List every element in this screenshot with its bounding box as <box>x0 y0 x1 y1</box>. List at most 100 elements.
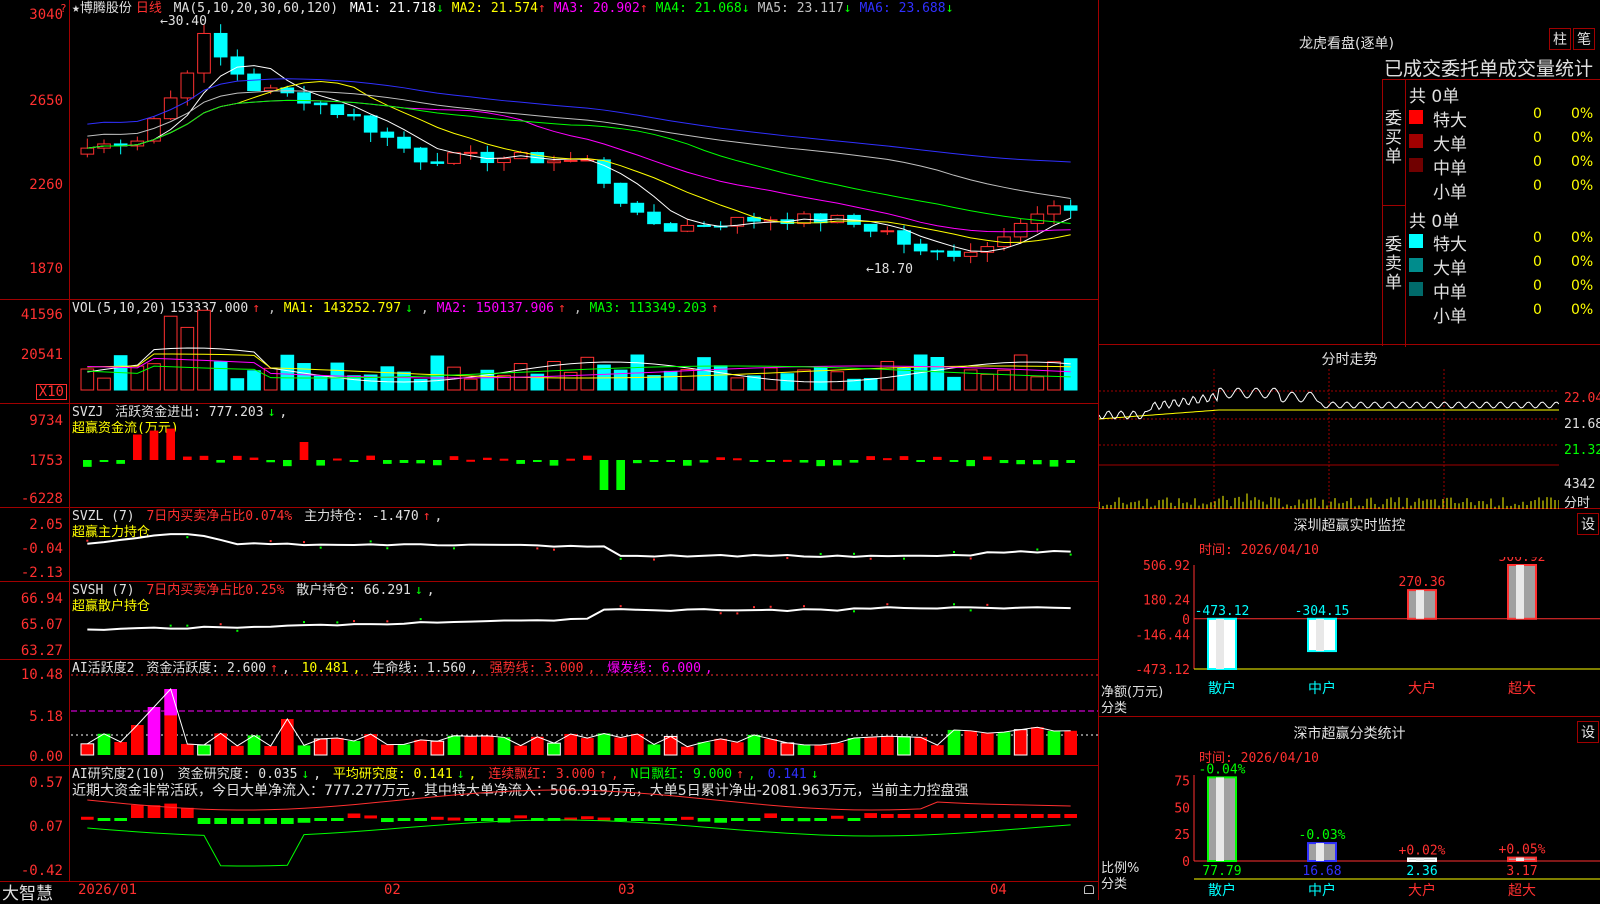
intraday-vol: 4342 <box>1564 477 1596 492</box>
candle-body <box>463 151 478 154</box>
flow-bar <box>599 460 609 490</box>
lock-icon[interactable] <box>1084 885 1094 894</box>
activity-bar <box>914 737 927 755</box>
axis-tick: 506.92 <box>1143 559 1190 574</box>
activity-bar <box>114 742 127 755</box>
ai-activity-axis: 10.48 5.18 0.00 <box>0 660 70 765</box>
svzl-dot <box>953 551 955 554</box>
svzj-chart[interactable] <box>71 404 1098 508</box>
volume-bar <box>947 376 961 391</box>
svzl-dot <box>386 547 389 550</box>
candle-body <box>313 102 328 106</box>
candle-body <box>1030 213 1045 224</box>
svsh-chart[interactable] <box>71 582 1098 660</box>
sell-total: 共 0单 <box>1409 212 1460 232</box>
ai-activity-panel[interactable]: 10.48 5.18 0.00 AI活跃度2 资金活跃度: 2.600 ↑, 10… <box>0 660 1098 766</box>
activity-bar <box>331 738 344 755</box>
ai-research-chart[interactable] <box>71 766 1098 882</box>
row-pct: 0% <box>1571 130 1594 146</box>
candle-body <box>1063 205 1078 211</box>
stats-category: 散户 <box>1208 882 1236 899</box>
svzl-chart[interactable] <box>71 508 1098 582</box>
axis-tick: 0 <box>1182 613 1190 628</box>
tick-mode-button[interactable]: 笔 <box>1573 28 1595 50</box>
research-bar <box>464 818 477 821</box>
research-bar <box>781 818 794 821</box>
activity-bar <box>264 746 277 755</box>
volume-bar <box>197 309 211 391</box>
kline-chart[interactable] <box>71 0 1098 300</box>
svzj-panel[interactable]: 9734 1753 -6228 SVZJ 活跃资金进出: 777.203 ↓, 超… <box>0 404 1098 508</box>
stats-value: 3.17 <box>1506 864 1537 879</box>
intraday-panel[interactable]: 分时走势 22.04 21.68 21.32 4342 分时 <box>1099 345 1600 511</box>
volume-panel[interactable]: 41596 20541 X10 VOL(5,10,20) 153337.000 ↑,… <box>0 300 1098 404</box>
research-bar <box>981 814 994 818</box>
kline-panel[interactable]: 3040 2650 2260 1870 ? ★博腾股份 日线 MA(5,10,20… <box>0 0 1098 300</box>
row-label: 大单 <box>1433 135 1467 155</box>
research-bar <box>131 805 144 818</box>
volume-chart[interactable] <box>71 300 1098 404</box>
price-tick: 3040 <box>29 7 63 23</box>
research-bar <box>147 805 161 818</box>
sz-stats-chart[interactable]: 75 50 25 0 -0.04% 77.79 散户 -0.03% 16.68 中户 +0.02% 2… <box>1099 761 1600 900</box>
flow-bar <box>316 460 325 466</box>
svzl-panel[interactable]: 2.05 -0.04 -2.13 SVZL (7) 7日内买卖净占比0.074%… <box>0 508 1098 582</box>
activity-bar <box>231 745 244 755</box>
monitor-bar-value: -473.12 <box>1195 604 1250 619</box>
research-bar <box>381 818 394 823</box>
svzl-dot <box>269 540 272 543</box>
price-tick: 1870 <box>29 261 63 277</box>
flow-bar <box>233 455 242 460</box>
bar-mode-button[interactable]: 柱 <box>1549 28 1571 50</box>
ai-activity-chart[interactable] <box>71 660 1098 766</box>
volume-bar <box>297 363 311 391</box>
activity-bar <box>731 742 744 755</box>
row-count: 0 <box>1533 130 1542 146</box>
candle-body <box>680 224 695 232</box>
svzl-dot <box>303 541 305 544</box>
row-label: 特大 <box>1433 235 1467 255</box>
activity-bar <box>381 744 394 755</box>
svsh-panel[interactable]: 66.94 65.07 63.27 SVSH (7) 7日内买卖净占比0.25%… <box>0 582 1098 660</box>
stats-category: 中户 <box>1308 882 1336 899</box>
activity-bar <box>931 745 944 755</box>
flow-bar <box>783 459 792 462</box>
price-tick: 2260 <box>29 177 63 193</box>
row-pct: 0% <box>1571 154 1594 170</box>
row-pct: 0% <box>1571 178 1594 194</box>
volume-bar <box>863 377 878 391</box>
research-bar <box>1047 814 1061 818</box>
lhb-tabs[interactable]: 已成交委托单成交量统计 <box>1384 54 1593 81</box>
candle-body <box>697 224 711 227</box>
svzl-dot <box>553 548 555 551</box>
candle-body <box>663 223 678 232</box>
research-bar <box>931 814 944 818</box>
settings-button[interactable]: 设 <box>1577 721 1599 743</box>
activity-bar <box>430 740 445 756</box>
color-swatch <box>1409 110 1423 124</box>
axis-tick: 75 <box>1174 774 1190 789</box>
svsh-dot <box>169 624 172 627</box>
row-pct: 0% <box>1571 106 1594 122</box>
candle-body <box>1013 222 1028 238</box>
candle-body <box>547 160 561 164</box>
flow-bar <box>216 460 225 463</box>
flow-bar <box>983 456 992 460</box>
flow-bar <box>633 460 642 464</box>
settings-icon[interactable]: ? <box>60 2 67 15</box>
research-bar <box>831 815 844 819</box>
sz-monitor-chart[interactable]: 506.92 180.24 0-146.44 -473.12 -473.12 散户 -304… <box>1099 557 1600 717</box>
flow-bar <box>899 456 909 460</box>
svsh-dot <box>803 605 805 608</box>
research-bar <box>681 816 694 820</box>
ai-research-panel[interactable]: 0.57 0.07 -0.42 AI研究度2(10) 资金研究度: 0.035 ↓… <box>0 766 1098 882</box>
sz-monitor-time: 时间: 2026/04/10 <box>1199 543 1319 558</box>
settings-button[interactable]: 设 <box>1577 513 1599 535</box>
intraday-chart[interactable] <box>1099 369 1559 509</box>
svsh-dot <box>853 610 855 613</box>
flow-bar <box>133 434 142 460</box>
stats-bar-shine <box>1316 843 1324 861</box>
axis-tick: -473.12 <box>1135 663 1190 678</box>
candle-body <box>330 104 345 116</box>
activity-bar <box>714 738 727 755</box>
